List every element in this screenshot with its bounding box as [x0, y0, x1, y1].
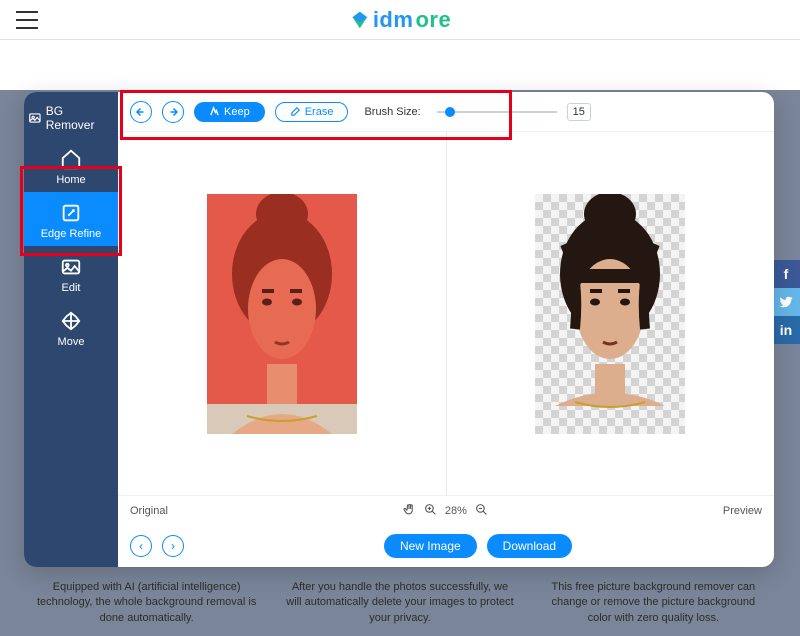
- home-icon: [60, 148, 82, 170]
- brush-size-label: Brush Size:: [364, 106, 420, 118]
- sidebar-item-label: Edit: [62, 282, 81, 294]
- feature-ai: Equipped with AI (artificial intelligenc…: [33, 580, 261, 626]
- keep-label: Keep: [224, 106, 250, 118]
- brand-text-1: idm: [373, 7, 414, 33]
- toolbar: Keep Erase Brush Size: 15: [118, 92, 774, 132]
- original-image: [207, 194, 357, 434]
- twitter-share[interactable]: [772, 288, 800, 316]
- sidebar-item-label: Move: [58, 336, 85, 348]
- editor-panes: [118, 132, 774, 495]
- preview-pane[interactable]: [447, 132, 775, 495]
- sidebar-item-move[interactable]: Move: [24, 300, 118, 354]
- download-button[interactable]: Download: [487, 534, 572, 558]
- sidebar-item-edit[interactable]: Edit: [24, 246, 118, 300]
- feature-quality: This free picture background remover can…: [539, 580, 767, 626]
- status-original-label: Original: [130, 505, 168, 517]
- page-strip: [0, 40, 800, 90]
- zoom-in-button[interactable]: [424, 503, 437, 519]
- social-rail: f in: [772, 260, 800, 344]
- brand-text-2: ore: [415, 7, 451, 33]
- sidebar: BG Remover Home Edge Refine Edit Move: [24, 92, 118, 567]
- editor-modal: BG Remover Home Edge Refine Edit Move: [24, 92, 774, 567]
- sidebar-item-label: Home: [56, 174, 85, 186]
- edit-icon: [60, 256, 82, 278]
- edge-refine-icon: [60, 202, 82, 224]
- zoom-out-button[interactable]: [475, 503, 488, 519]
- footer-bar: ‹ › New Image Download: [118, 525, 774, 567]
- move-icon: [60, 310, 82, 332]
- linkedin-share[interactable]: in: [772, 316, 800, 344]
- sidebar-title-text: BG Remover: [46, 104, 114, 132]
- next-image-button[interactable]: ›: [162, 535, 184, 557]
- preview-image: [535, 194, 685, 434]
- brush-size-value[interactable]: 15: [567, 103, 591, 121]
- editor-main: Keep Erase Brush Size: 15: [118, 92, 774, 567]
- redo-button[interactable]: [162, 101, 184, 123]
- brush-size-slider[interactable]: [437, 105, 557, 119]
- undo-button[interactable]: [130, 101, 152, 123]
- feature-text: Equipped with AI (artificial intelligenc…: [0, 580, 800, 626]
- feature-privacy: After you handle the photos successfully…: [286, 580, 514, 626]
- brand-logo: idmore: [349, 7, 451, 33]
- zoom-value: 28%: [445, 505, 467, 517]
- sidebar-item-home[interactable]: Home: [24, 138, 118, 192]
- facebook-share[interactable]: f: [772, 260, 800, 288]
- sidebar-item-edge-refine[interactable]: Edge Refine: [24, 192, 118, 246]
- status-preview-label: Preview: [723, 505, 762, 517]
- keep-tool[interactable]: Keep: [194, 102, 265, 122]
- new-image-button[interactable]: New Image: [384, 534, 477, 558]
- hamburger-menu[interactable]: [16, 11, 38, 29]
- sidebar-item-label: Edge Refine: [41, 228, 102, 240]
- status-bar: Original 28% Preview: [118, 495, 774, 525]
- brand-mark-icon: [349, 9, 371, 31]
- sidebar-title: BG Remover: [24, 98, 118, 138]
- original-pane[interactable]: [118, 132, 447, 495]
- prev-image-button[interactable]: ‹: [130, 535, 152, 557]
- pan-tool[interactable]: [403, 503, 416, 519]
- erase-label: Erase: [305, 106, 334, 118]
- erase-tool[interactable]: Erase: [275, 102, 349, 122]
